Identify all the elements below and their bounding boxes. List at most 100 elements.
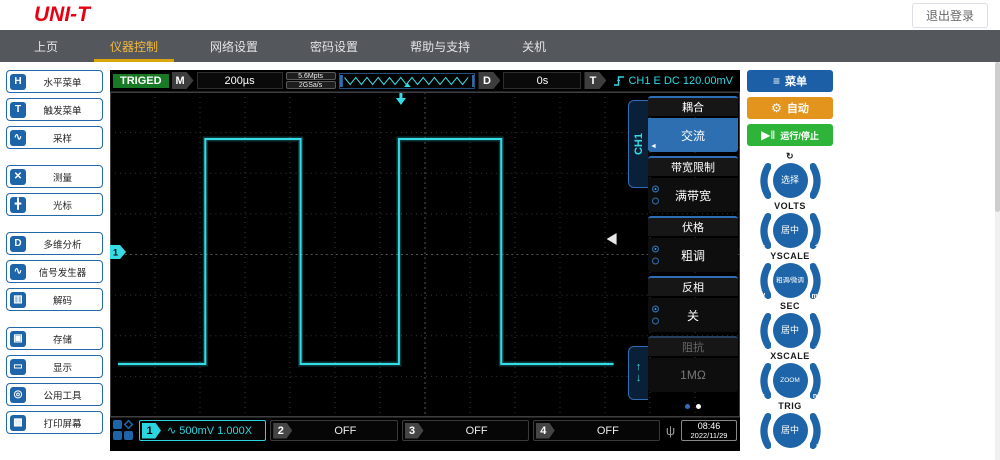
preview-left-bracket[interactable] <box>340 75 343 87</box>
grid-diamond <box>124 420 134 430</box>
xscale-knob-decrease-arrow[interactable]: s <box>756 363 771 399</box>
grid-square-3 <box>124 431 133 440</box>
yscale-knob[interactable]: 粗调/微调 <box>773 263 808 298</box>
sidebar-item-label: 触发菜单 <box>26 103 99 117</box>
channel-2-button[interactable]: 2 OFF <box>270 420 397 441</box>
waveform-preview-strip[interactable] <box>339 73 476 89</box>
scrollbar-thumb[interactable] <box>995 62 1000 212</box>
channel-4-button[interactable]: 4OFF <box>533 420 660 441</box>
trig-knob-right-unit: ↑ <box>810 443 825 450</box>
gear-icon: ⚙ <box>771 101 782 115</box>
sidebar-item-storage[interactable]: ▣存储 <box>6 327 103 350</box>
scroll-down-icon[interactable]: ↓ <box>636 373 642 384</box>
trig-knob[interactable]: 居中 <box>773 413 808 448</box>
page-dot-1[interactable] <box>685 404 690 409</box>
nav-item-4[interactable]: 密码设置 <box>306 30 362 62</box>
sidebar-item-cursor[interactable]: ╋光标 <box>6 193 103 216</box>
channel-3-badge: 3 <box>405 423 424 439</box>
sidebar-item-trigger-menu[interactable]: T触发菜单 <box>6 98 103 121</box>
date-value: 2022/11/29 <box>683 431 735 440</box>
sidebar-group-2: ✕测量 ╋光标 <box>6 165 103 216</box>
channel-2-badge: 2 <box>273 423 292 439</box>
sidebar-item-sampling[interactable]: ∿采样 <box>6 126 103 149</box>
radio-group <box>652 246 659 265</box>
xscale-knob-increase-arrow[interactable]: ns <box>810 363 825 399</box>
sidebar: H水平菜单 T触发菜单 ∿采样 ✕测量 ╋光标 D多维分析 ∿信号发生器 ▥解码 ▣存储 ▭显示 ◎… <box>6 70 103 451</box>
menu-section-1: 耦合交流◄ <box>648 96 738 152</box>
nav-item-5[interactable]: 帮助与支持 <box>406 30 474 62</box>
sidebar-item-decode[interactable]: ▥解码 <box>6 288 103 311</box>
trigger-settings[interactable]: CH1 E DC 120.00mV <box>609 75 737 87</box>
nav-item-1[interactable]: 上页 <box>30 30 62 62</box>
page-dot-2[interactable] <box>696 404 701 409</box>
sidebar-group-1: H水平菜单 T触发菜单 ∿采样 <box>6 70 103 149</box>
menu-pagination-dots[interactable] <box>648 396 738 414</box>
preview-right-bracket[interactable] <box>472 75 475 87</box>
sidebar-item-label: 水平菜单 <box>26 75 99 89</box>
preview-waveform <box>344 77 468 84</box>
menu-section-value[interactable]: 关 <box>648 298 738 332</box>
channel-3-button[interactable]: 3OFF <box>402 420 529 441</box>
channel-1-button[interactable]: 1∿ 500mV 1.000X <box>139 420 266 441</box>
sidebar-item-display[interactable]: ▭显示 <box>6 355 103 378</box>
trigger-position-marker[interactable] <box>396 98 406 105</box>
delay-value[interactable]: 0s <box>503 72 581 89</box>
yscale-knob-decrease-arrow[interactable]: V <box>756 263 771 299</box>
radio-unselected[interactable] <box>652 258 659 265</box>
sec-knob-left-unit: ← <box>756 343 771 350</box>
radio-unselected[interactable] <box>652 198 659 205</box>
auto-button[interactable]: ⚙ 自动 <box>747 97 833 119</box>
sidebar-item-label: 打印屏幕 <box>26 416 99 430</box>
nav-item-3[interactable]: 网络设置 <box>206 30 262 62</box>
timebase-value[interactable]: 200µs <box>197 72 283 89</box>
channel-1-badge: 1 <box>142 423 161 439</box>
sidebar-item-signal-generator[interactable]: ∿信号发生器 <box>6 260 103 283</box>
sidebar-item-horizontal-menu[interactable]: H水平菜单 <box>6 70 103 93</box>
logout-button[interactable]: 退出登录 <box>912 3 988 28</box>
trigger-badge: T <box>584 72 606 89</box>
multipurpose-knob-increase-arrow[interactable] <box>810 163 825 199</box>
radio-selected[interactable] <box>652 306 659 313</box>
yscale-knob-cluster: YSCALEV粗调/微调mV <box>747 251 833 299</box>
menu-button[interactable]: ≡ 菜单 <box>747 70 833 92</box>
print-screen-icon: ▩ <box>10 415 26 431</box>
nav-item-6[interactable]: 关机 <box>518 30 550 62</box>
channels-grid-icon[interactable] <box>113 420 135 441</box>
menu-section-value[interactable]: 满带宽 <box>648 178 738 212</box>
volts-knob-decrease-arrow[interactable]: − <box>756 213 771 249</box>
storage-icon: ▣ <box>10 331 26 347</box>
radio-unselected[interactable] <box>652 318 659 325</box>
channel-menu-tab[interactable]: CH1 <box>628 100 648 188</box>
menu-section-value[interactable]: 交流◄ <box>648 118 738 152</box>
trig-knob-decrease-arrow[interactable]: ↓ <box>756 413 771 449</box>
sidebar-item-measure[interactable]: ✕测量 <box>6 165 103 188</box>
nav-item-2[interactable]: 仪器控制 <box>106 30 162 62</box>
sidebar-group-3: D多维分析 ∿信号发生器 ▥解码 <box>6 232 103 311</box>
radio-selected[interactable] <box>652 246 659 253</box>
radio-selected[interactable] <box>652 186 659 193</box>
trig-knob-increase-arrow[interactable]: ↑ <box>810 413 825 449</box>
usb-icon: ψ <box>664 423 677 438</box>
volts-knob-increase-arrow[interactable]: + <box>810 213 825 249</box>
xscale-knob[interactable]: ZOOM <box>773 363 808 398</box>
menu-section-value[interactable]: 粗调 <box>648 238 738 272</box>
trigger-level-marker[interactable] <box>607 233 617 245</box>
sec-knob[interactable]: 居中 <box>773 313 808 348</box>
volts-knob[interactable]: 居中 <box>773 213 808 248</box>
sidebar-item-utility[interactable]: ◎公用工具 <box>6 383 103 406</box>
sec-knob-decrease-arrow[interactable]: ← <box>756 313 771 349</box>
run-stop-button[interactable]: ▶‖ 运行/停止 <box>747 124 833 146</box>
menu-section-title: 带宽限制 <box>648 156 738 176</box>
yscale-knob-increase-arrow[interactable]: mV <box>810 263 825 299</box>
sec-knob-increase-arrow[interactable]: → <box>810 313 825 349</box>
channel-2-label: OFF <box>296 425 394 437</box>
multipurpose-knob-decrease-arrow[interactable] <box>756 163 771 199</box>
scrollbar[interactable] <box>995 62 1000 460</box>
sidebar-item-multi-analysis[interactable]: D多维分析 <box>6 232 103 255</box>
channel-4-badge: 4 <box>536 423 555 439</box>
volts-knob-cluster: VOLTS−居中+ <box>747 201 833 249</box>
yscale-knob-left-unit: V <box>756 293 771 300</box>
multipurpose-knob[interactable]: 选择 <box>773 163 808 198</box>
menu-scroll-arrows[interactable]: ↑ ↓ <box>628 346 648 400</box>
sidebar-item-print-screen[interactable]: ▩打印屏幕 <box>6 411 103 434</box>
